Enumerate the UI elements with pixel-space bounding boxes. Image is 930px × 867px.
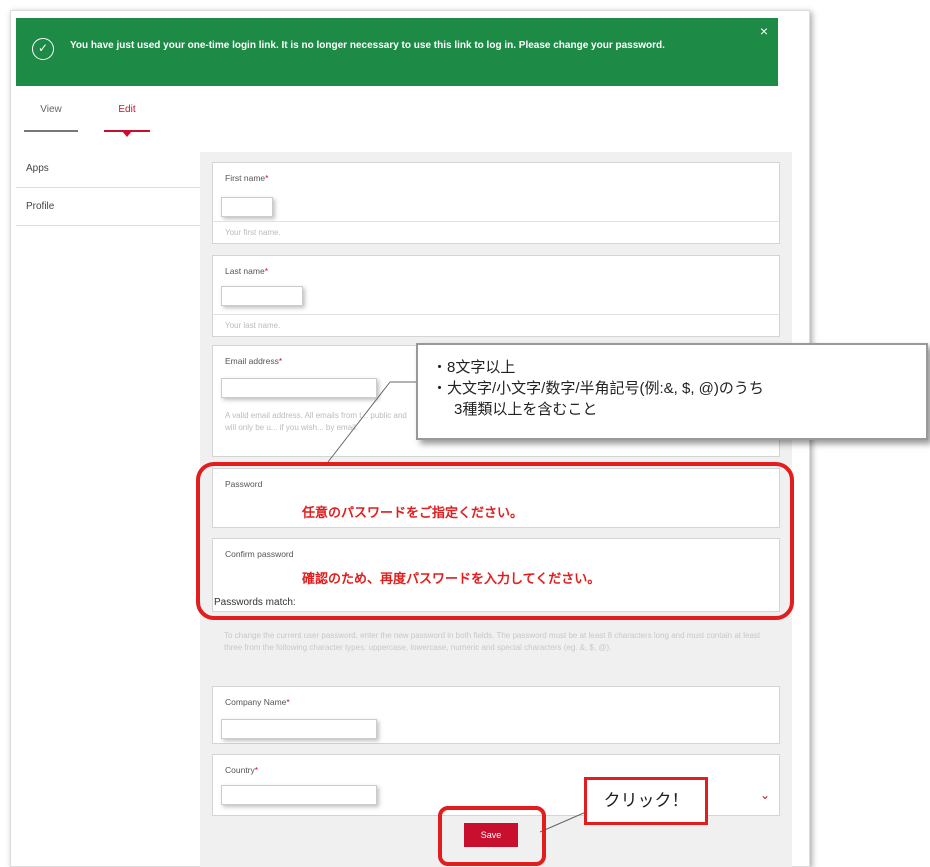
tab-edit[interactable]: Edit	[104, 104, 150, 137]
last-name-field: Last name* Your last name.	[212, 255, 780, 337]
first-name-label: First name	[225, 173, 266, 183]
last-name-description: Your last name.	[213, 314, 779, 336]
save-button[interactable]: Save	[464, 823, 518, 847]
first-name-description: Your first name.	[213, 221, 779, 243]
confirm-password-input[interactable]: 確認のため、再度パスワードを入力してください。	[302, 568, 600, 587]
banner-message: You have just used your one-time login l…	[70, 40, 665, 51]
sidebar-item-profile[interactable]: Profile	[16, 188, 200, 226]
first-name-field: First name* Your first name.	[212, 162, 780, 244]
password-info: To change the current user password, ent…	[224, 631, 761, 652]
required-mark: *	[265, 173, 269, 183]
password-input[interactable]: 任意のパスワードをご指定ください。	[302, 502, 523, 521]
required-mark: *	[278, 356, 283, 366]
country-select[interactable]	[221, 785, 377, 805]
company-label: Company Name	[225, 697, 287, 707]
company-field: Company Name*	[212, 686, 780, 744]
last-name-input[interactable]	[221, 286, 303, 306]
success-banner: ✓ You have just used your one-time login…	[16, 18, 778, 86]
password-label: Password	[225, 479, 263, 489]
callout-line-1: ・8文字以上	[432, 359, 516, 376]
check-circle-icon: ✓	[32, 38, 54, 60]
company-input[interactable]	[221, 719, 377, 739]
sidebar-item-apps[interactable]: Apps	[16, 150, 200, 188]
email-description: A valid email address. All emails from t…	[225, 411, 407, 432]
passwords-match-text: Passwords match:	[214, 597, 296, 608]
first-name-input[interactable]	[221, 197, 273, 217]
click-note: クリック！	[584, 777, 708, 825]
confirm-password-label: Confirm password	[225, 549, 294, 559]
last-name-label: Last name	[225, 266, 265, 276]
required-mark: *	[286, 697, 290, 707]
country-label: Country	[225, 765, 255, 775]
required-mark: *	[264, 266, 269, 276]
password-rules-callout: ・8文字以上 ・大文字/小文字/数字/半角記号(例:&, $, @)のうち 3種…	[416, 343, 928, 440]
email-label: Email address	[225, 356, 279, 366]
callout-line-3: 3種類以上を含むこと	[454, 401, 598, 418]
callout-line-2: ・大文字/小文字/数字/半角記号(例:&, $, @)のうち	[432, 380, 764, 397]
tab-edit-label: Edit	[118, 104, 136, 115]
close-icon[interactable]: ×	[760, 23, 768, 39]
chevron-down-icon[interactable]: ⌄	[760, 788, 770, 802]
tab-view[interactable]: View	[24, 104, 78, 132]
caret-down-icon	[122, 131, 132, 137]
sidebar: Apps Profile	[16, 150, 200, 226]
required-mark: *	[254, 765, 259, 775]
email-input[interactable]	[221, 378, 377, 398]
